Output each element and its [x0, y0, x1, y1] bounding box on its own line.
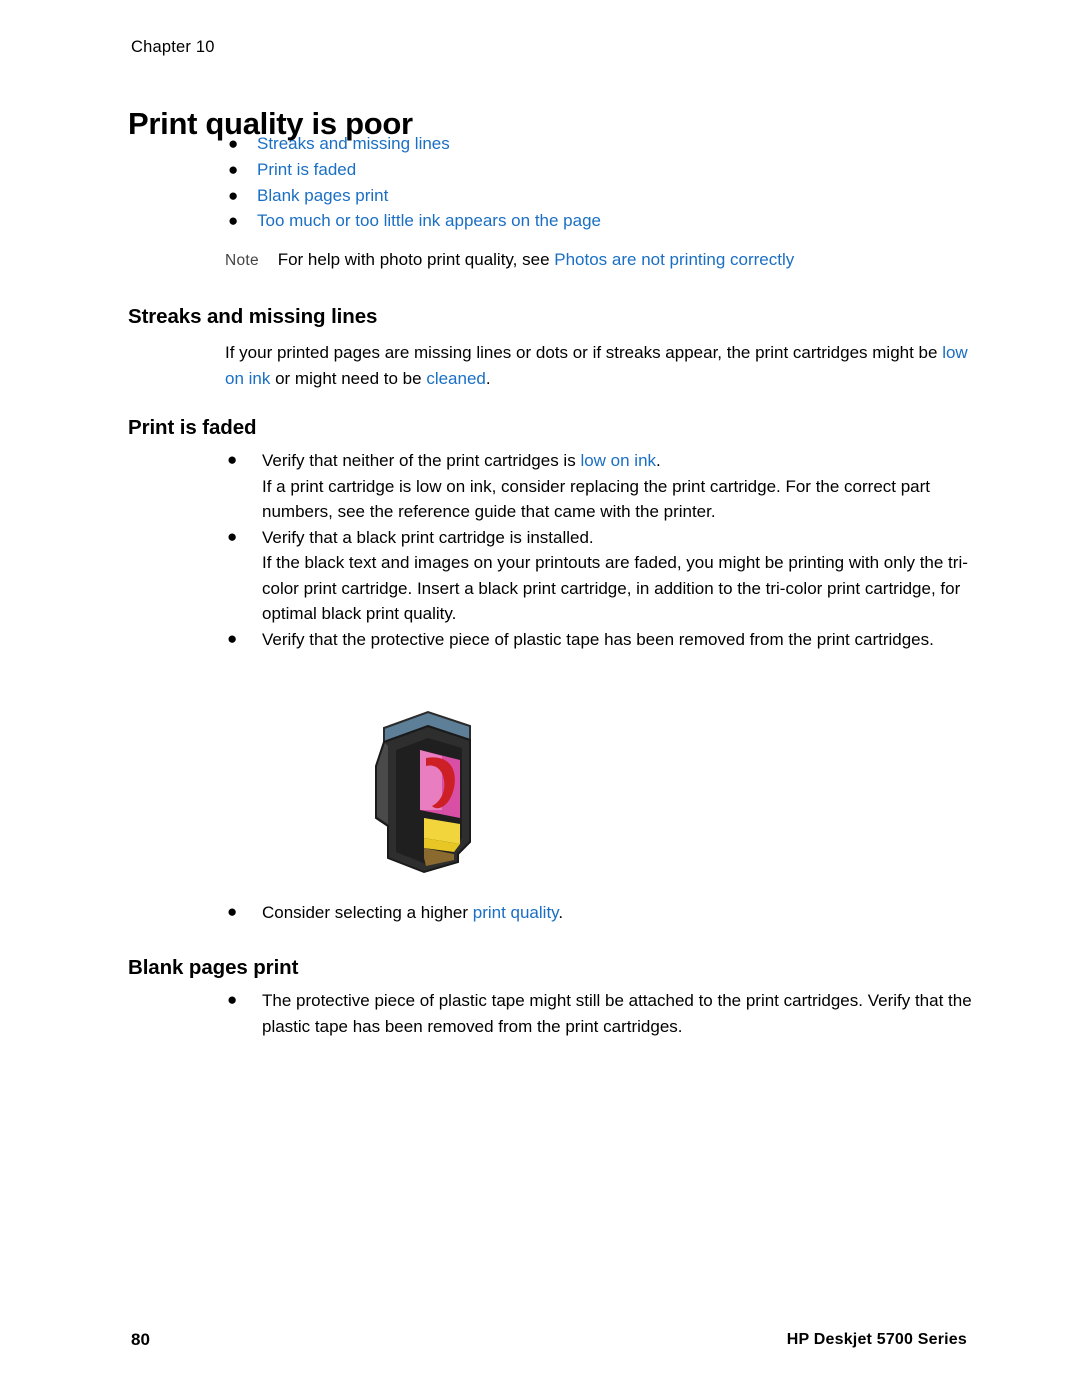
- faded-item-0-sub: If a print cartridge is low on ink, cons…: [262, 476, 931, 522]
- print-quality-link[interactable]: print quality: [473, 903, 559, 922]
- note-link[interactable]: Photos are not printing correctly: [554, 250, 794, 269]
- streaks-text-2: or might need to be: [270, 368, 427, 388]
- bullet-icon: ●: [227, 450, 238, 469]
- faded-item-1-sub: If the black text and images on your pri…: [262, 553, 968, 623]
- list-item: ● Verify that neither of the print cartr…: [225, 448, 990, 525]
- blank-bullet-list: ● The protective piece of plastic tape m…: [225, 988, 990, 1039]
- cleaned-link[interactable]: cleaned: [426, 369, 486, 388]
- faded-bullet-list: ● Verify that neither of the print cartr…: [225, 448, 990, 652]
- topic-link-list: ● Streaks and missing lines ● Print is f…: [228, 131, 988, 234]
- topic-link[interactable]: Too much or too little ink appears on th…: [257, 211, 601, 230]
- section-heading-faded: Print is faded: [128, 416, 257, 439]
- list-item[interactable]: ● Blank pages print: [228, 183, 988, 209]
- note-block: Note For help with photo print quality, …: [225, 250, 1025, 270]
- streaks-text-3: .: [485, 368, 491, 388]
- bullet-icon: ●: [227, 902, 238, 921]
- faded-last-text-after: .: [558, 903, 564, 922]
- bullet-icon: ●: [228, 134, 239, 153]
- page-number: 80: [131, 1330, 150, 1349]
- bullet-icon: ●: [228, 211, 239, 231]
- faded-item-2-text: Verify that the protective piece of plas…: [262, 629, 934, 649]
- list-item: ● Consider selecting a higher print qual…: [225, 900, 990, 926]
- chapter-label: Chapter 10: [131, 38, 215, 56]
- section-heading-blank: Blank pages print: [128, 956, 299, 979]
- faded-last-text: Consider selecting a higher: [262, 903, 473, 922]
- bullet-icon: ●: [227, 990, 238, 1009]
- note-text: For help with photo print quality, see: [277, 250, 555, 269]
- streaks-paragraph: If your printed pages are missing lines …: [225, 340, 988, 391]
- low-on-ink-link[interactable]: low on ink: [580, 451, 656, 470]
- faded-item-0-text-after: .: [656, 451, 661, 470]
- faded-item-0-text: Verify that neither of the print cartrid…: [262, 451, 581, 470]
- blank-item-text: The protective piece of plastic tape mig…: [262, 991, 972, 1036]
- bullet-icon: ●: [228, 159, 239, 179]
- topic-link[interactable]: Streaks and missing lines: [257, 134, 450, 153]
- bullet-icon: ●: [227, 526, 238, 546]
- topic-link[interactable]: Blank pages print: [257, 186, 388, 205]
- list-item: ● The protective piece of plastic tape m…: [225, 988, 990, 1039]
- bullet-icon: ●: [228, 185, 239, 205]
- list-item[interactable]: ● Too much or too little ink appears on …: [228, 208, 988, 234]
- faded-item-1-text: Verify that a black print cartridge is i…: [262, 527, 594, 547]
- list-item: ● Verify that the protective piece of pl…: [225, 627, 990, 653]
- list-item[interactable]: ● Streaks and missing lines: [228, 131, 988, 157]
- topic-link[interactable]: Print is faded: [257, 160, 356, 179]
- document-page: Chapter 10 Print quality is poor ● Strea…: [0, 0, 1080, 1397]
- note-label: Note: [225, 252, 259, 269]
- faded-last-bullet: ● Consider selecting a higher print qual…: [225, 900, 990, 926]
- list-item: ● Verify that a black print cartridge is…: [225, 525, 990, 627]
- footer-product-name: HP Deskjet 5700 Series: [786, 1331, 967, 1348]
- print-cartridge-illustration: [362, 706, 522, 876]
- list-item[interactable]: ● Print is faded: [228, 157, 988, 183]
- bullet-icon: ●: [227, 628, 238, 648]
- streaks-text-1: If your printed pages are missing lines …: [225, 343, 943, 362]
- section-heading-streaks: Streaks and missing lines: [128, 305, 378, 328]
